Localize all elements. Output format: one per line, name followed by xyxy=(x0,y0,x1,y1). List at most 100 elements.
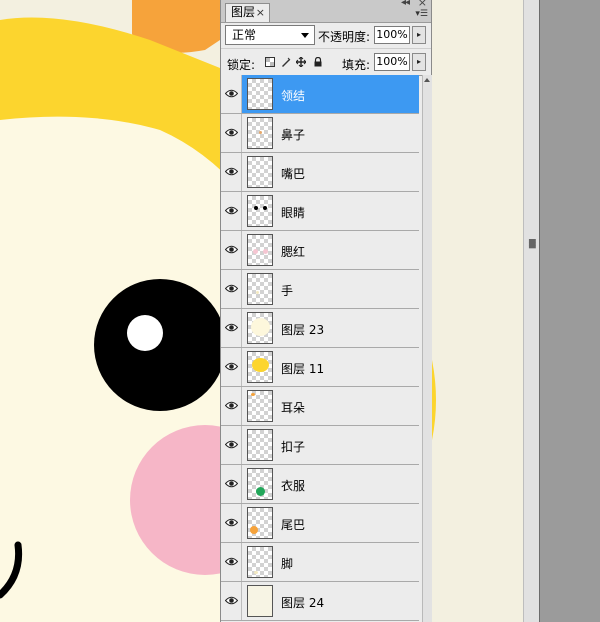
blend-row: 正常 不透明度: 100% ▸ xyxy=(221,22,431,48)
panel-menu-icon[interactable]: ▾☰ xyxy=(415,9,428,19)
visibility-toggle[interactable] xyxy=(221,114,242,152)
layer-thumbnail xyxy=(247,468,273,500)
layer-name: 领结 xyxy=(281,89,306,103)
layer-thumbnail xyxy=(247,507,273,539)
eye-highlight-shape xyxy=(127,315,163,351)
opacity-slider-button[interactable]: ▸ xyxy=(412,26,426,44)
visibility-toggle[interactable] xyxy=(221,270,242,308)
lock-transparent-pixels-icon[interactable] xyxy=(265,57,275,67)
layer-thumbnail xyxy=(247,351,273,383)
eye-shape xyxy=(94,279,226,411)
layer-row[interactable]: 鼻子 xyxy=(221,114,419,153)
dock-grip-icon[interactable]: ▬ ▬ ▬ xyxy=(528,237,537,252)
visibility-toggle[interactable] xyxy=(221,582,242,620)
layer-name: 嘴巴 xyxy=(281,167,306,181)
layer-row[interactable]: 图层 23 xyxy=(221,309,419,348)
layer-row[interactable]: 扣子 xyxy=(221,426,419,465)
eye-icon xyxy=(225,362,238,371)
layer-row[interactable]: 耳朵 xyxy=(221,387,419,426)
blend-mode-select[interactable]: 正常 xyxy=(225,25,315,45)
scroll-up-arrow-icon[interactable] xyxy=(424,78,430,82)
eye-icon xyxy=(225,284,238,293)
workspace-background xyxy=(539,0,600,622)
layer-thumbnail xyxy=(247,429,273,461)
layer-thumbnail xyxy=(247,195,273,227)
layer-name: 衣服 xyxy=(281,479,306,493)
eye-icon xyxy=(225,479,238,488)
layer-name: 耳朵 xyxy=(281,401,306,415)
visibility-toggle[interactable] xyxy=(221,309,242,347)
layer-name: 腮红 xyxy=(281,245,306,259)
eye-icon xyxy=(225,245,238,254)
visibility-toggle[interactable] xyxy=(221,387,242,425)
layer-list-scrollbar[interactable] xyxy=(422,75,432,622)
tab-close-icon[interactable]: × xyxy=(256,4,265,21)
lock-label: 锁定: xyxy=(227,58,256,72)
layer-row[interactable]: 尾巴 xyxy=(221,504,419,543)
collapse-panel-icon[interactable]: ◂◂ xyxy=(401,0,410,8)
visibility-toggle[interactable] xyxy=(221,75,242,113)
fill-slider-button[interactable]: ▸ xyxy=(412,53,426,71)
layer-name: 鼻子 xyxy=(281,128,306,142)
visibility-toggle[interactable] xyxy=(221,465,242,503)
layer-row[interactable]: 衣服 xyxy=(221,465,419,504)
panel-tab-bar: 图层 × ◂◂ × ▾☰ xyxy=(221,0,431,23)
visibility-toggle[interactable] xyxy=(221,504,242,542)
fill-label: 填充: xyxy=(342,58,371,72)
layer-thumbnail xyxy=(247,585,273,617)
eye-icon xyxy=(225,557,238,566)
layer-thumbnail xyxy=(247,117,273,149)
close-panel-icon[interactable]: × xyxy=(418,0,427,9)
layer-name: 尾巴 xyxy=(281,518,306,532)
panel-dock-strip[interactable]: ▬ ▬ ▬ xyxy=(523,0,539,622)
layer-row[interactable]: 领结 xyxy=(221,75,419,114)
layer-name: 手 xyxy=(281,284,294,298)
eye-icon xyxy=(225,128,238,137)
layer-thumbnail xyxy=(247,78,273,110)
visibility-toggle[interactable] xyxy=(221,348,242,386)
chevron-down-icon xyxy=(301,33,309,38)
layer-row[interactable]: 手 xyxy=(221,270,419,309)
layer-thumbnail xyxy=(247,156,273,188)
tab-layers-label: 图层 xyxy=(231,5,256,19)
eye-icon xyxy=(225,89,238,98)
eye-icon xyxy=(225,401,238,410)
layer-row[interactable]: 眼睛 xyxy=(221,192,419,231)
layer-name: 扣子 xyxy=(281,440,306,454)
opacity-input[interactable]: 100% xyxy=(374,26,410,44)
blend-mode-value: 正常 xyxy=(232,28,257,42)
layer-thumbnail xyxy=(247,234,273,266)
layer-name: 图层 24 xyxy=(281,596,325,610)
opacity-label: 不透明度: xyxy=(318,30,371,44)
layer-row[interactable]: 嘴巴 xyxy=(221,153,419,192)
layer-list: 领结 鼻子 嘴巴 眼睛 腮红 手 图层 23 图层 11 耳朵 扣子 衣服 尾巴… xyxy=(221,75,421,622)
eye-icon xyxy=(225,167,238,176)
layer-thumbnail xyxy=(247,546,273,578)
layer-row[interactable]: 图层 11 xyxy=(221,348,419,387)
layer-name: 图层 11 xyxy=(281,362,325,376)
layer-name: 图层 23 xyxy=(281,323,325,337)
layer-thumbnail xyxy=(247,312,273,344)
visibility-toggle[interactable] xyxy=(221,231,242,269)
layers-panel: 图层 × ◂◂ × ▾☰ 正常 不透明度: 100% ▸ 锁定: 填充: 100… xyxy=(220,0,432,622)
visibility-toggle[interactable] xyxy=(221,426,242,464)
eye-icon xyxy=(225,323,238,332)
lock-image-pixels-icon[interactable] xyxy=(281,57,291,67)
layer-thumbnail xyxy=(247,390,273,422)
tab-layers[interactable]: 图层 × xyxy=(225,3,270,22)
lock-position-icon[interactable] xyxy=(296,57,306,67)
visibility-toggle[interactable] xyxy=(221,153,242,191)
fill-input[interactable]: 100% xyxy=(374,53,410,71)
layer-name: 眼睛 xyxy=(281,206,306,220)
lock-all-icon[interactable] xyxy=(313,57,323,67)
eye-icon xyxy=(225,596,238,605)
layer-name: 脚 xyxy=(281,557,294,571)
layer-row[interactable]: 腮红 xyxy=(221,231,419,270)
visibility-toggle[interactable] xyxy=(221,192,242,230)
visibility-toggle[interactable] xyxy=(221,543,242,581)
eye-icon xyxy=(225,206,238,215)
layer-row[interactable]: 脚 xyxy=(221,543,419,582)
layer-thumbnail xyxy=(247,273,273,305)
layer-row[interactable]: 图层 24 xyxy=(221,582,419,621)
lock-row: 锁定: 填充: 100% ▸ xyxy=(221,48,431,76)
